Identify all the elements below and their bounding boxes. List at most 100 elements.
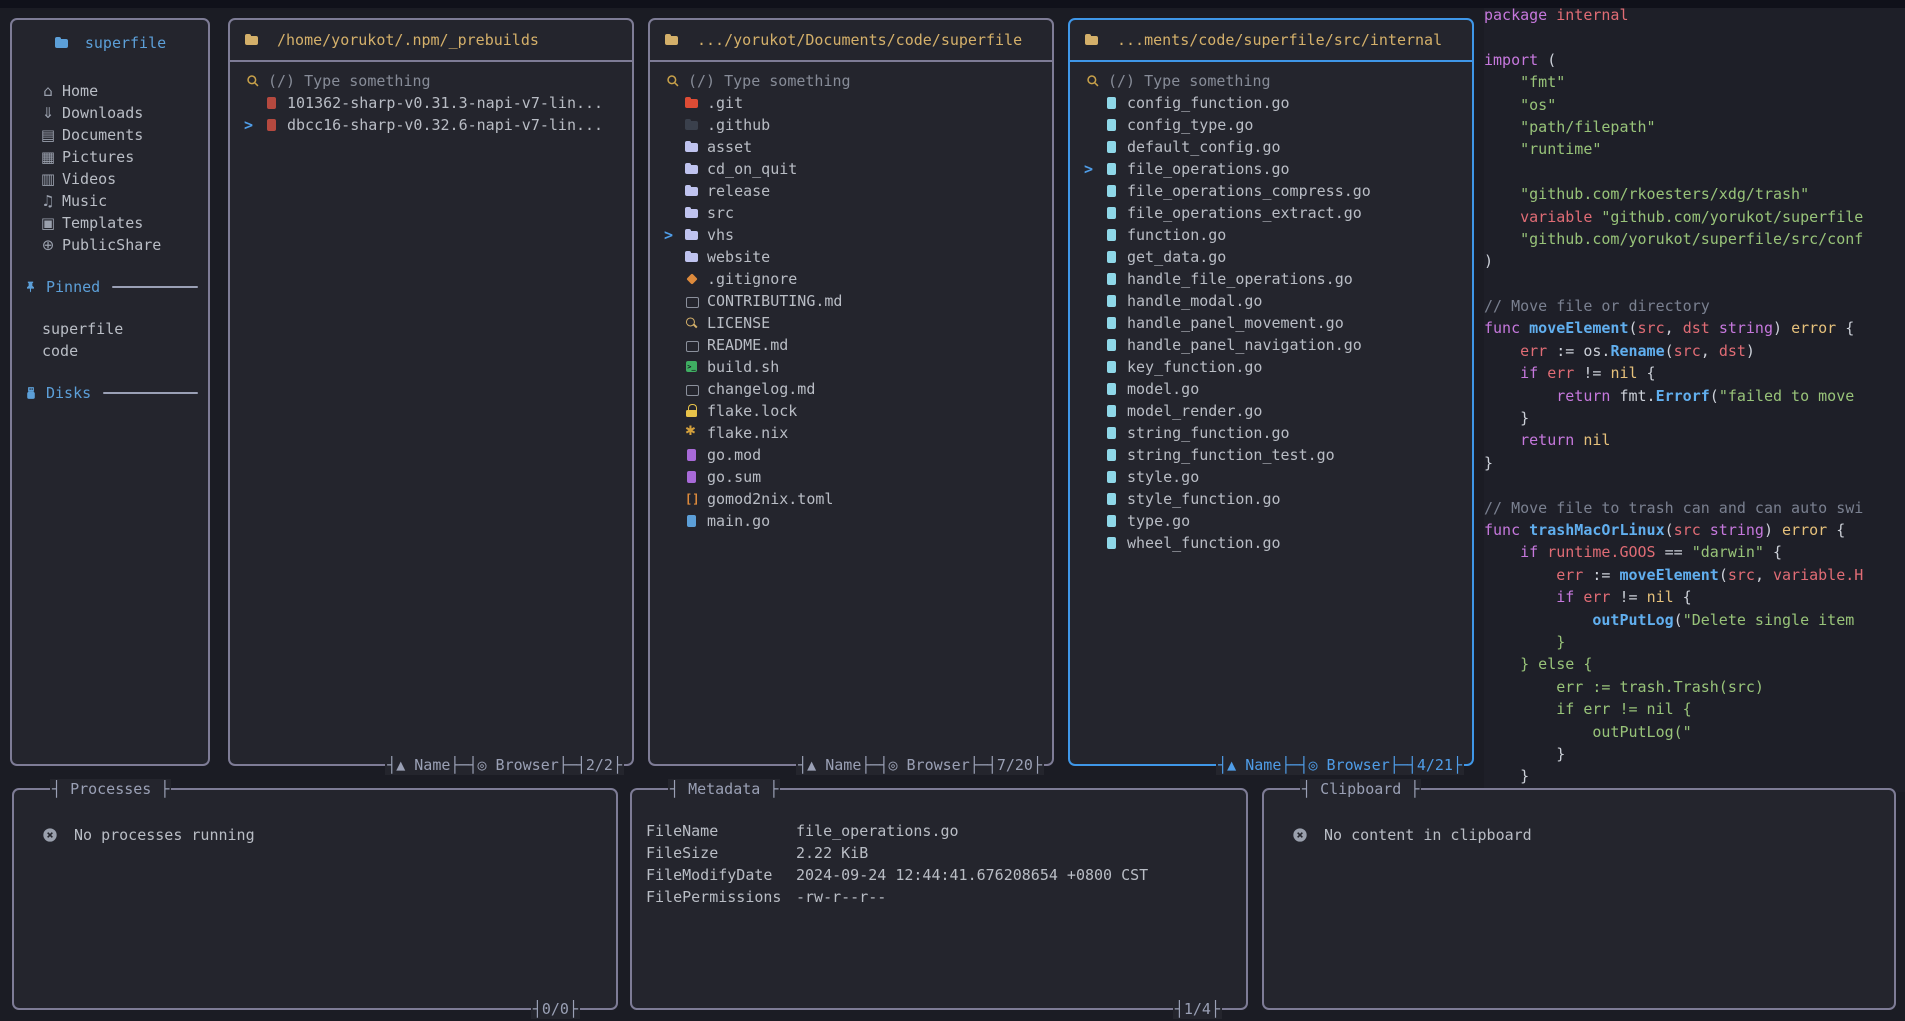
file-row[interactable]: gomod2nix.toml: [660, 488, 1042, 510]
search-input[interactable]: (/) Type something: [240, 70, 622, 92]
section-divider: [103, 392, 198, 394]
file-row[interactable]: CONTRIBUTING.md: [660, 290, 1042, 312]
sidebar-item-label: Music: [62, 192, 107, 210]
file-row[interactable]: function.go: [1080, 224, 1462, 246]
file-row[interactable]: key_function.go: [1080, 356, 1462, 378]
file-row[interactable]: flake.nix: [660, 422, 1042, 444]
metadata-value: file_operations.go: [796, 820, 959, 842]
sidebar-item-label: Templates: [62, 214, 143, 232]
file-row[interactable]: README.md: [660, 334, 1042, 356]
file-row[interactable]: string_function_test.go: [1080, 444, 1462, 466]
go-file-icon: [1104, 382, 1119, 396]
file-row[interactable]: model.go: [1080, 378, 1462, 400]
file-row[interactable]: style.go: [1080, 466, 1462, 488]
file-row[interactable]: >vhs: [660, 224, 1042, 246]
file-row[interactable]: style_function.go: [1080, 488, 1462, 510]
file-name: main.go: [707, 512, 770, 530]
search-placeholder: (/) Type something: [268, 72, 431, 90]
metadata-panel: Metadata FileNamefile_operations.goFileS…: [630, 788, 1248, 1010]
publicshare-icon: ⊕: [38, 236, 58, 254]
file-name: model.go: [1127, 380, 1199, 398]
file-name: function.go: [1127, 226, 1226, 244]
file-row[interactable]: >file_operations.go: [1080, 158, 1462, 180]
sh-icon: [684, 360, 699, 374]
file-row[interactable]: string_function.go: [1080, 422, 1462, 444]
file-row[interactable]: file_operations_extract.go: [1080, 202, 1462, 224]
sidebar-item-music[interactable]: ♫Music: [12, 190, 208, 212]
file-row[interactable]: src: [660, 202, 1042, 224]
file-row[interactable]: config_function.go: [1080, 92, 1462, 114]
file-row[interactable]: .git: [660, 92, 1042, 114]
file-row[interactable]: asset: [660, 136, 1042, 158]
clipboard-title: Clipboard: [1300, 779, 1421, 799]
file-row[interactable]: website: [660, 246, 1042, 268]
file-name: handle_panel_movement.go: [1127, 314, 1344, 332]
sidebar-item-pictures[interactable]: ▦Pictures: [12, 146, 208, 168]
sidebar-item-label: PublicShare: [62, 236, 161, 254]
file-row[interactable]: >dbcc16-sharp-v0.32.6-napi-v7-lin...: [240, 114, 622, 136]
file-name: string_function_test.go: [1127, 446, 1335, 464]
file-row[interactable]: main.go: [660, 510, 1042, 532]
file-row[interactable]: LICENSE: [660, 312, 1042, 334]
sidebar-item-label: Documents: [62, 126, 143, 144]
search-icon: [666, 74, 680, 88]
cursor-chevron-icon: >: [664, 224, 673, 246]
go-file-icon: [1104, 404, 1119, 418]
sidebar-item-home[interactable]: ⌂Home: [12, 80, 208, 102]
panel-path: ...ments/code/superfile/src/internal: [1117, 31, 1442, 49]
file-row[interactable]: wheel_function.go: [1080, 532, 1462, 554]
file-row[interactable]: handle_modal.go: [1080, 290, 1462, 312]
md-icon: [684, 382, 699, 396]
go-file-icon: [1104, 184, 1119, 198]
file-row[interactable]: handle_panel_movement.go: [1080, 312, 1462, 334]
sidebar-item-label: Home: [62, 82, 98, 100]
file-row[interactable]: .gitignore: [660, 268, 1042, 290]
processes-count: ┤0/0├: [531, 999, 580, 1019]
panel-path-bar: /home/yorukot/.npm/_prebuilds: [230, 20, 632, 62]
file-row[interactable]: type.go: [1080, 510, 1462, 532]
file-row[interactable]: go.mod: [660, 444, 1042, 466]
file-row[interactable]: default_config.go: [1080, 136, 1462, 158]
pinned-item-code[interactable]: code: [12, 340, 208, 362]
file-row[interactable]: 101362-sharp-v0.31.3-napi-v7-lin...: [240, 92, 622, 114]
file-row[interactable]: model_render.go: [1080, 400, 1462, 422]
file-name: cd_on_quit: [707, 160, 797, 178]
go-file-icon: [1104, 338, 1119, 352]
file-row[interactable]: build.sh: [660, 356, 1042, 378]
processes-title: Processes: [50, 779, 171, 799]
file-name: config_function.go: [1127, 94, 1290, 112]
file-row[interactable]: cd_on_quit: [660, 158, 1042, 180]
section-label: Disks: [46, 384, 91, 402]
sidebar-item-publicshare[interactable]: ⊕PublicShare: [12, 234, 208, 256]
file-row[interactable]: go.sum: [660, 466, 1042, 488]
go-file-icon: [1104, 316, 1119, 330]
sidebar-item-templates[interactable]: ▣Templates: [12, 212, 208, 234]
folder-icon: [684, 140, 699, 154]
file-row[interactable]: get_data.go: [1080, 246, 1462, 268]
go-file-icon: [1104, 294, 1119, 308]
sidebar-item-label: Downloads: [62, 104, 143, 122]
sidebar-item-videos[interactable]: ▥Videos: [12, 168, 208, 190]
search-input[interactable]: (/) Type something: [1080, 70, 1462, 92]
file-row[interactable]: config_type.go: [1080, 114, 1462, 136]
panel-footer: ┤▲ Name├─┤◎ Browser├─┤4/21├: [1216, 755, 1464, 775]
file-row[interactable]: flake.lock: [660, 400, 1042, 422]
file-row[interactable]: handle_panel_navigation.go: [1080, 334, 1462, 356]
file-row[interactable]: changelog.md: [660, 378, 1042, 400]
file-row[interactable]: release: [660, 180, 1042, 202]
file-panel-3: ...ments/code/superfile/src/internal (/) …: [1068, 18, 1474, 766]
search-placeholder: (/) Type something: [688, 72, 851, 90]
sidebar-item-downloads[interactable]: ⇓Downloads: [12, 102, 208, 124]
file-row[interactable]: handle_file_operations.go: [1080, 268, 1462, 290]
sidebar-item-documents[interactable]: ▤Documents: [12, 124, 208, 146]
zip-icon: [264, 118, 279, 132]
file-name: go.sum: [707, 468, 761, 486]
file-row[interactable]: .github: [660, 114, 1042, 136]
file-row[interactable]: file_operations_compress.go: [1080, 180, 1462, 202]
md-icon: [684, 338, 699, 352]
folder-icon: [684, 184, 699, 198]
search-input[interactable]: (/) Type something: [660, 70, 1042, 92]
file-name: .git: [707, 94, 743, 112]
go-file-icon: [1104, 118, 1119, 132]
pinned-item-superfile[interactable]: superfile: [12, 318, 208, 340]
